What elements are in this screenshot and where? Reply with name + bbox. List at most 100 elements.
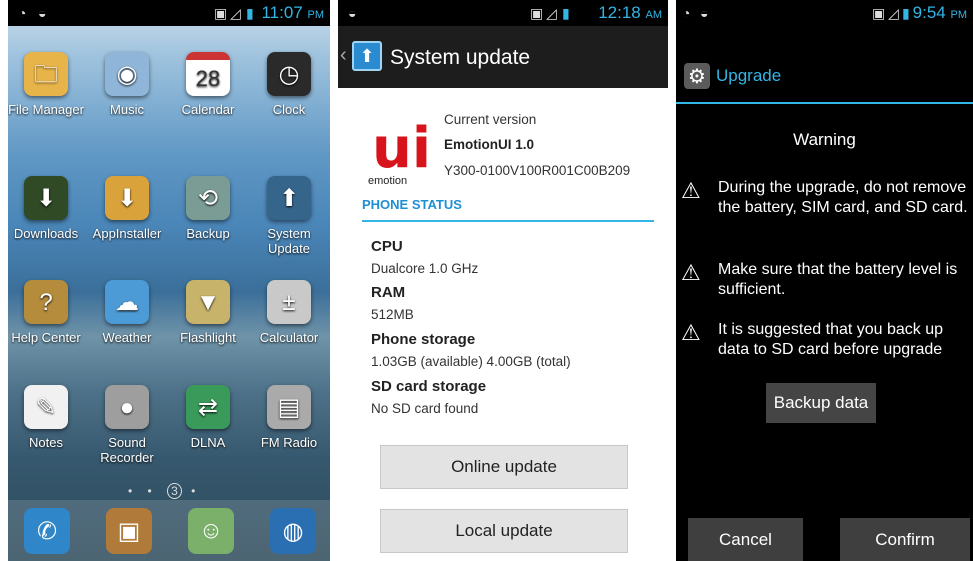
dialog-title: Upgrade: [716, 66, 782, 85]
weather-icon: ☁: [105, 280, 149, 324]
warning-icon: ⚠: [681, 260, 701, 285]
app-calendar[interactable]: 28 Calendar: [168, 52, 248, 117]
android-icon: ◒: [348, 5, 357, 21]
flashlight-icon: ▼: [186, 280, 230, 324]
system-update-icon: ⬆: [267, 176, 311, 220]
help-icon: ?: [24, 280, 68, 324]
messaging-icon[interactable]: ☺: [188, 508, 234, 554]
app-label: Sound Recorder: [100, 435, 154, 465]
cancel-button[interactable]: Cancel: [688, 518, 803, 561]
calculator-icon: ±: [267, 280, 311, 324]
sim-icon: ▣: [214, 5, 228, 21]
clock-icon: ◷: [267, 52, 311, 96]
backup-icon: ⟲: [186, 176, 230, 220]
upgrade-dialog-screen: ◔ ◒ ▣ ◿ ▮ 9:54 PM ⚙ Upgrade Warning ⚠ Du…: [676, 0, 973, 561]
app-file-manager[interactable]: 🗀 File Manager: [8, 52, 86, 117]
app-label: Clock: [272, 102, 306, 117]
battery-icon: ▮: [246, 5, 254, 21]
app-label: File Manager: [8, 102, 84, 117]
logo-mark: ui: [372, 116, 432, 181]
stat-label: Phone storage: [371, 331, 476, 348]
app-label: Downloads: [13, 226, 79, 241]
app-label: Flashlight: [180, 330, 236, 345]
app-weather[interactable]: ☁ Weather: [87, 280, 167, 345]
app-downloads[interactable]: ⬇ Downloads: [8, 176, 86, 241]
microphone-icon: ●: [105, 385, 149, 429]
signal-icon: ◿: [230, 5, 241, 21]
status-bar: ◒ ▣ ◿ ▮ 12:18 AM: [338, 0, 668, 26]
app-flashlight[interactable]: ▼ Flashlight: [168, 280, 248, 345]
app-installer-icon: ⬇: [105, 176, 149, 220]
notes-icon: ✎: [24, 385, 68, 429]
contacts-icon[interactable]: ▣: [106, 508, 152, 554]
stat-value: 1.03GB (available) 4.00GB (total): [371, 354, 571, 369]
app-label: Music: [110, 102, 144, 117]
app-label: DLNA: [190, 435, 226, 450]
app-label: Calendar: [181, 102, 235, 117]
status-bar: ◔ ◒ ▣ ◿ ▮ 11:07 PM: [8, 0, 330, 26]
dlna-icon: ⇄: [186, 385, 230, 429]
system-update-screen: ◒ ▣ ◿ ▮ 12:18 AM ‹ ⬆ System update ui em…: [338, 0, 668, 561]
back-chevron-icon[interactable]: ‹: [340, 44, 347, 67]
battery-icon: ▮: [562, 5, 570, 21]
gear-icon: ⚙: [684, 63, 710, 89]
folder-icon: 🗀: [24, 52, 68, 96]
cd-icon: ◉: [105, 52, 149, 96]
signal-icon: ◿: [888, 5, 899, 21]
app-dlna[interactable]: ⇄ DLNA: [168, 385, 248, 450]
sim-icon: ▣: [530, 5, 544, 21]
home-screen: ◔ ◒ ▣ ◿ ▮ 11:07 PM 🗀 File Manager ◉ Music 28…: [8, 0, 330, 561]
app-label: System Update: [267, 226, 311, 256]
browser-icon[interactable]: ◍: [270, 508, 316, 554]
battery-icon: ▮: [902, 5, 910, 21]
stat-value: No SD card found: [371, 401, 479, 416]
android-icon: ◒: [700, 5, 709, 21]
confirm-button[interactable]: Confirm: [840, 518, 970, 561]
app-calculator[interactable]: ± Calculator: [249, 280, 329, 345]
calendar-icon: 28: [186, 52, 230, 96]
app-label: Backup: [186, 226, 230, 241]
page-indicator: • • 3 •: [128, 483, 202, 499]
phone-icon[interactable]: ✆: [24, 508, 70, 554]
dock: ✆ ▣ ☺ ◍: [8, 500, 330, 561]
action-bar: ‹ ⬆ System update: [338, 26, 668, 88]
warning-text: It is suggested that you back up data to…: [718, 321, 944, 358]
signal-icon: ◿: [546, 5, 557, 21]
warning-icon: ⚠: [681, 178, 701, 203]
app-clock[interactable]: ◷ Clock: [249, 52, 329, 117]
backup-data-button[interactable]: Backup data: [766, 383, 876, 423]
status-time: 9:54 PM: [912, 3, 967, 22]
stat-value: 512MB: [371, 307, 414, 322]
wifi-icon: ◔: [682, 5, 691, 21]
app-fm-radio[interactable]: ▤ FM Radio: [249, 385, 329, 450]
app-label: Notes: [29, 435, 63, 450]
online-update-button[interactable]: Online update: [380, 445, 628, 489]
app-help-center[interactable]: ? Help Center: [8, 280, 86, 345]
app-notes[interactable]: ✎ Notes: [8, 385, 86, 450]
app-appinstaller[interactable]: ⬇ AppInstaller: [87, 176, 167, 241]
app-label: AppInstaller: [92, 226, 162, 241]
version-name: EmotionUI 1.0: [444, 137, 535, 152]
app-sound-recorder[interactable]: ● Sound Recorder: [87, 385, 167, 465]
page-title: System update: [390, 46, 531, 69]
android-icon: ◒: [38, 5, 47, 21]
stat-label: CPU: [371, 238, 403, 255]
stat-value: Dualcore 1.0 GHz: [371, 261, 479, 276]
section-title: PHONE STATUS: [362, 197, 462, 212]
stat-label: SD card storage: [371, 378, 487, 395]
wifi-icon: ◔: [18, 5, 27, 21]
system-update-icon[interactable]: ⬆: [352, 41, 382, 71]
stat-label: RAM: [371, 284, 406, 301]
current-version-label: Current version: [444, 112, 537, 127]
warning-icon: ⚠: [681, 320, 701, 345]
status-time: 12:18 AM: [598, 3, 662, 22]
app-label: Calculator: [259, 330, 319, 345]
app-label: FM Radio: [260, 435, 318, 450]
logo-text: emotion: [368, 175, 408, 187]
status-time: 11:07 PM: [261, 3, 324, 22]
app-backup[interactable]: ⟲ Backup: [168, 176, 248, 241]
app-music[interactable]: ◉ Music: [87, 52, 167, 117]
app-label: Help Center: [11, 330, 81, 345]
app-system-update[interactable]: ⬆ System Update: [249, 176, 329, 256]
local-update-button[interactable]: Local update: [380, 509, 628, 553]
